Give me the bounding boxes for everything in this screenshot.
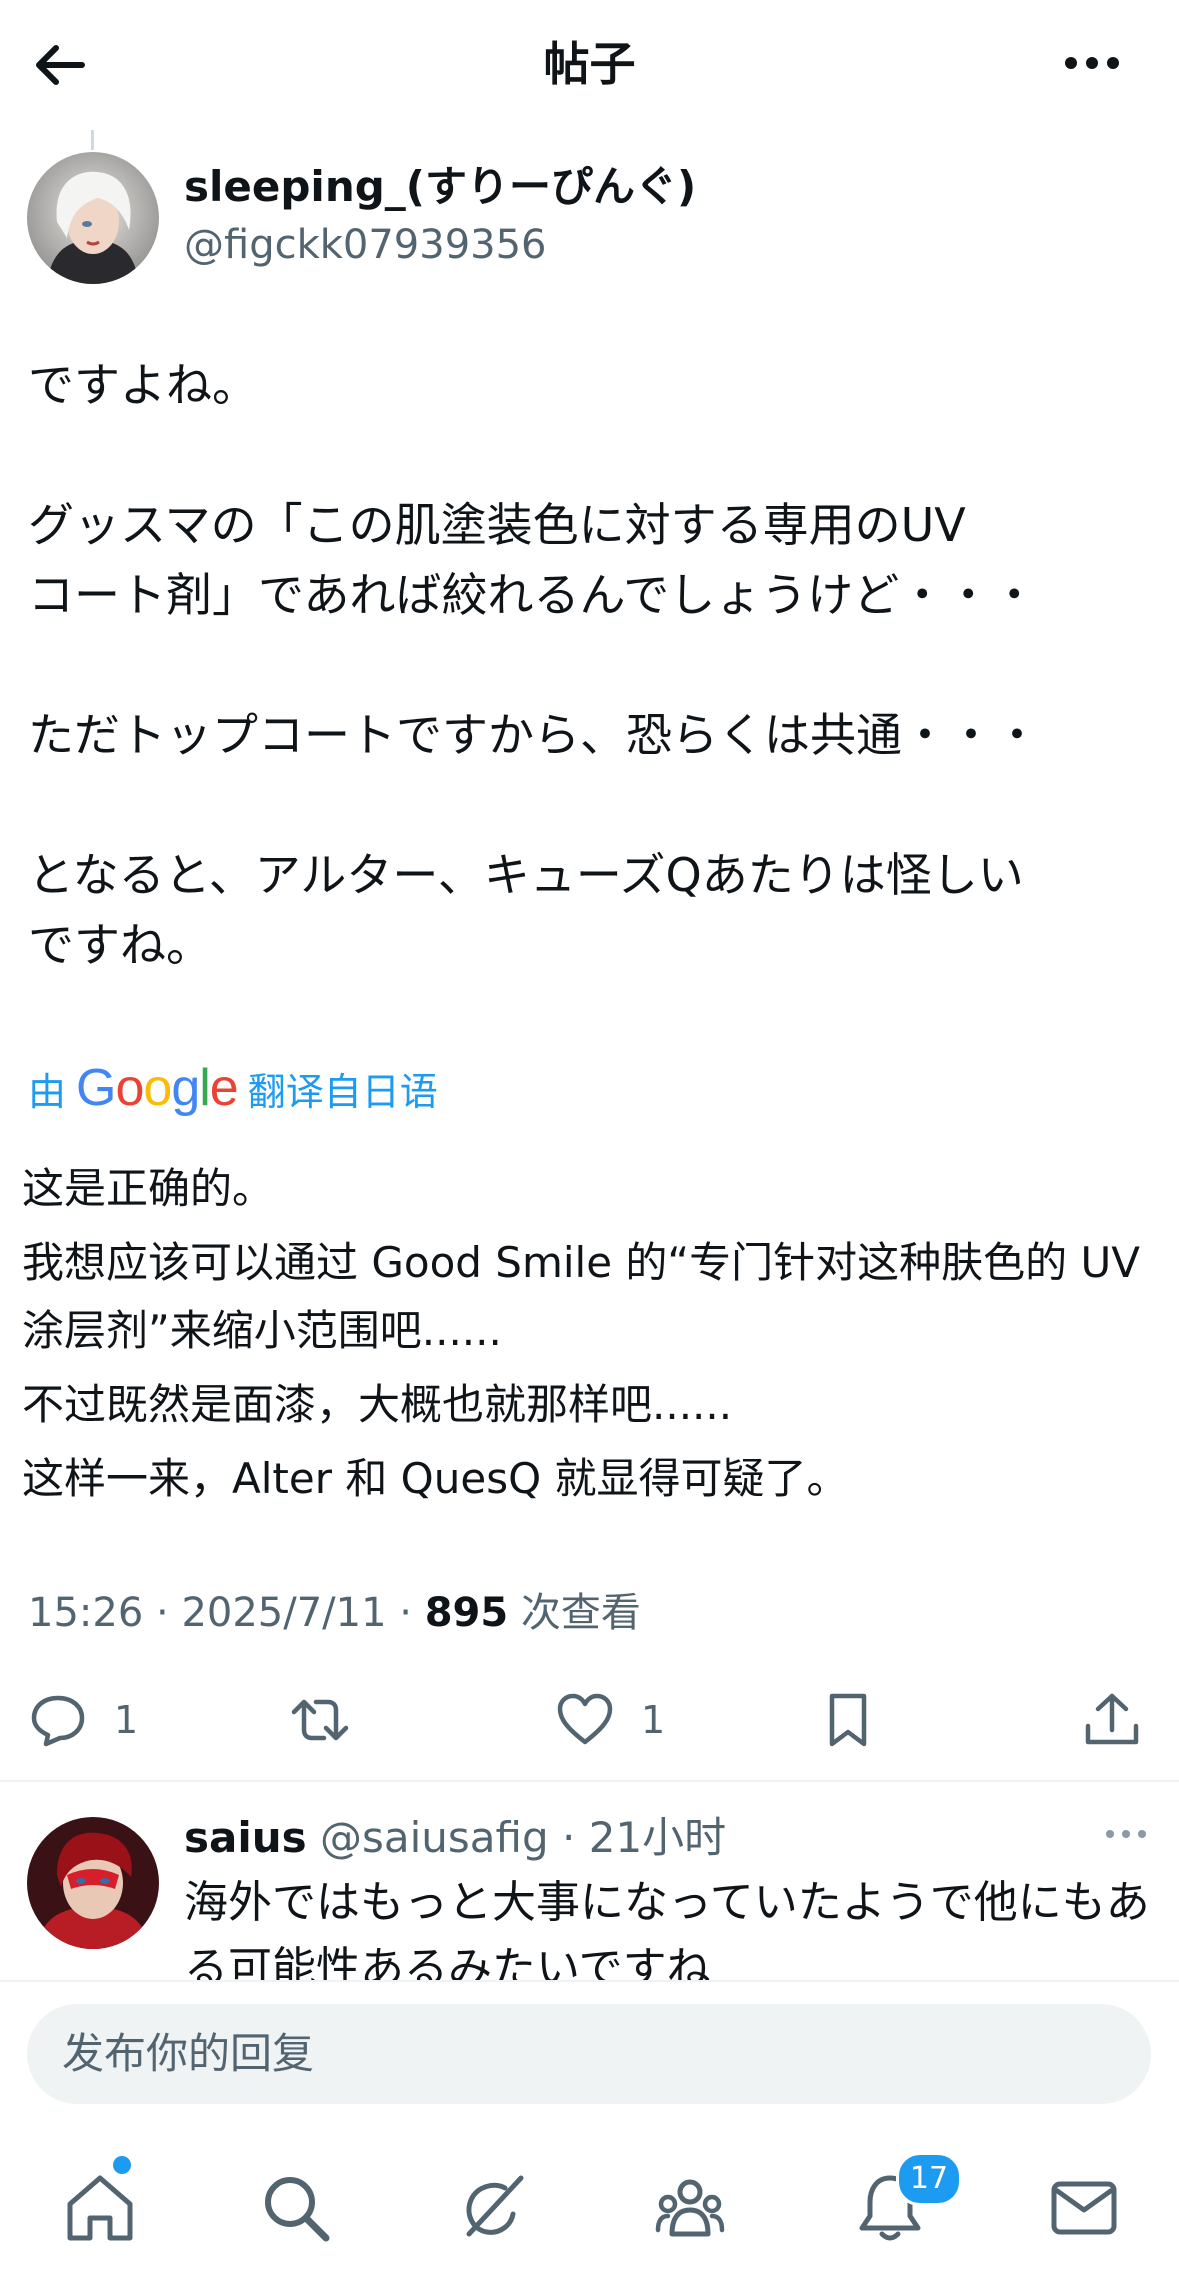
tweet-line: ですね。 [28, 918, 212, 972]
search-icon[interactable] [258, 2170, 334, 2246]
view-label: 次查看 [520, 1590, 641, 1636]
communities-icon[interactable] [652, 2170, 728, 2246]
reply-avatar[interactable] [27, 1817, 159, 1949]
reply-more-icon[interactable] [1104, 1826, 1148, 1842]
reply-author-name[interactable]: saius [184, 1813, 307, 1862]
tweet-time: 15:26 [28, 1590, 144, 1636]
reply-icon [31, 1695, 85, 1747]
google-logo: Google [76, 1059, 239, 1117]
view-count[interactable]: 895 [425, 1590, 509, 1636]
share-icon [1085, 1693, 1139, 1745]
heart-icon [557, 1693, 613, 1745]
reply-body: 海外ではもっと大事になっていたようで他にもある可能性あるみたいですね [184, 1877, 1150, 1982]
grok-icon[interactable] [455, 2170, 531, 2246]
page-title: 帖子 [543, 37, 636, 91]
tweet-line: グッスマの「この肌塗装色に対する専用のUV [28, 498, 966, 552]
home-icon[interactable] [62, 2170, 138, 2246]
bottom-navigation [0, 2125, 1179, 2277]
translate-suffix: 翻译自日语 [247, 1069, 438, 1114]
messages-icon[interactable] [1046, 2170, 1122, 2246]
tweet-line: コート剤」であれば絞れるんでしょうけど・・・ [28, 568, 1038, 622]
notification-badge: 17 [896, 2152, 962, 2206]
translate-prefix: 由 [28, 1069, 67, 1114]
translated-line: 这是正确的。 [22, 1164, 275, 1213]
author-name[interactable]: sleeping_(すりーぴんぐ) [184, 160, 696, 214]
like-count: 1 [641, 1698, 666, 1742]
translated-line: 我想应该可以通过 Good Smile 的“专门针对这种肤色的 UV 涂层剂”来… [22, 1238, 1140, 1355]
author-handle[interactable]: @figckk07939356 [184, 218, 547, 272]
author-avatar[interactable] [27, 152, 159, 284]
translation-attribution[interactable]: 由 Google 翻译自日语 [28, 1058, 438, 1118]
thread-connector [91, 130, 94, 150]
tweet-date: 2025/7/11 [181, 1590, 387, 1636]
translated-body: 这是正确的。 我想应该可以通过 Good Smile 的“专门针对这种肤色的 U… [22, 1155, 1162, 1519]
action-bar: 1 1 [0, 1680, 1179, 1760]
tweet-line: となると、アルター、キューズQあたりは怪しい [28, 848, 1024, 902]
home-unread-dot [113, 2156, 131, 2174]
tweet-body: ですよね。 グッスマの「この肌塗装色に対する専用のUV コート剤」であれば絞れる… [28, 350, 1158, 980]
reply-button[interactable]: 1 [28, 1680, 138, 1760]
more-options-icon[interactable] [1062, 48, 1122, 78]
like-button[interactable]: 1 [555, 1680, 665, 1760]
tweet-line: ですよね。 [28, 358, 258, 412]
translated-line: 不过既然是面漆，大概也就那样吧...... [22, 1380, 733, 1429]
share-button[interactable] [1082, 1680, 1142, 1760]
bookmark-icon [829, 1693, 867, 1747]
reply-count: 1 [114, 1698, 139, 1742]
tweet-metadata: 15:26 · 2025/7/11 · 895 次查看 [28, 1590, 641, 1636]
bookmark-button[interactable] [818, 1680, 878, 1760]
translated-line: 这样一来，Alter 和 QuesQ 就显得可疑了。 [22, 1454, 849, 1503]
reply-input-placeholder: 发布你的回复 [62, 2029, 315, 2078]
reply-author-handle[interactable]: @saiusafig [320, 1813, 549, 1862]
reply-header: saius @saiusafig · 21小时 [184, 1813, 727, 1862]
retweet-button[interactable] [290, 1680, 350, 1760]
divider [0, 1780, 1179, 1782]
tweet-line: ただトップコートですから、恐らくは共通・・・ [28, 708, 1040, 762]
retweet-icon [291, 1699, 349, 1741]
reply-time: 21小时 [588, 1813, 727, 1862]
